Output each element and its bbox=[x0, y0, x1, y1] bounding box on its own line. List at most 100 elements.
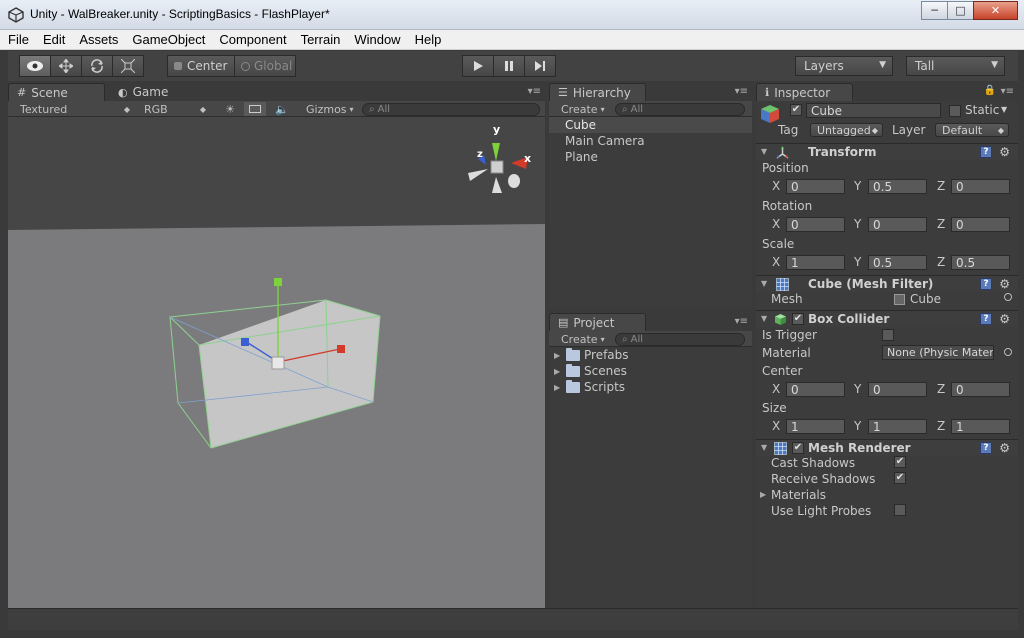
project-create-dropdown[interactable]: Create ▾ bbox=[561, 332, 607, 346]
chevron-down-icon[interactable]: ▼ bbox=[761, 314, 767, 323]
move-tool-button[interactable] bbox=[50, 55, 82, 77]
position-x-input[interactable]: 0 bbox=[786, 179, 845, 194]
tab-inspector[interactable]: ℹ Inspector bbox=[756, 83, 853, 101]
center-y-input[interactable]: 0 bbox=[868, 382, 927, 397]
gizmo-y-handle[interactable] bbox=[274, 278, 282, 286]
rotation-y-input[interactable]: 0 bbox=[868, 217, 927, 232]
tab-scene[interactable]: # Scene bbox=[8, 83, 105, 101]
play-button[interactable] bbox=[462, 55, 494, 77]
minimize-button[interactable]: ─ bbox=[921, 1, 948, 20]
tag-dropdown[interactable]: Untagged ◆ bbox=[810, 123, 883, 137]
close-button[interactable]: ✕ bbox=[973, 1, 1018, 20]
hierarchy-create-dropdown[interactable]: Create ▾ bbox=[561, 102, 607, 116]
gizmo-center-handle[interactable] bbox=[271, 356, 285, 370]
step-button[interactable] bbox=[524, 55, 556, 77]
material-object-field[interactable]: None (Physic Mater bbox=[882, 345, 994, 360]
tab-hierarchy[interactable]: ☰ Hierarchy bbox=[549, 83, 646, 101]
lock-icon[interactable]: 🔒 bbox=[984, 85, 996, 96]
chevron-right-icon[interactable]: ▶ bbox=[554, 367, 564, 376]
size-y-input[interactable]: 1 bbox=[868, 419, 927, 434]
menu-file[interactable]: File bbox=[8, 32, 29, 47]
scale-tool-button[interactable] bbox=[112, 55, 144, 77]
cast-shadows-checkbox[interactable]: ✔ bbox=[894, 456, 906, 468]
hierarchy-item-plane[interactable]: Plane bbox=[549, 149, 752, 165]
chevron-right-icon[interactable]: ▶ bbox=[554, 383, 564, 392]
box-collider-enabled-checkbox[interactable]: ✔ bbox=[792, 313, 804, 325]
layout-dropdown[interactable]: Tall ▼ bbox=[906, 56, 1005, 76]
gear-icon[interactable]: ⚙ bbox=[999, 145, 1010, 159]
menu-terrain[interactable]: Terrain bbox=[301, 32, 341, 47]
mesh-renderer-enabled-checkbox[interactable]: ✔ bbox=[792, 442, 804, 454]
gear-icon[interactable]: ⚙ bbox=[999, 441, 1010, 455]
audio-toggle[interactable]: 🔈 bbox=[272, 102, 292, 116]
light-probes-checkbox[interactable] bbox=[894, 504, 906, 516]
mesh-filter-header[interactable]: ▼ Cube (Mesh Filter) ? ⚙ bbox=[756, 275, 1018, 292]
layer-dropdown[interactable]: Default ◆ bbox=[935, 123, 1009, 137]
gizmo-x-handle[interactable] bbox=[337, 345, 345, 353]
chevron-right-icon[interactable]: ▶ bbox=[760, 490, 766, 499]
lighting-toggle[interactable]: ☀ bbox=[220, 102, 240, 116]
mesh-renderer-header[interactable]: ▼ ✔ Mesh Renderer ? ⚙ bbox=[756, 439, 1018, 456]
tab-game[interactable]: ◐ Game bbox=[110, 83, 180, 101]
chevron-down-icon[interactable]: ▼ bbox=[761, 279, 767, 288]
menu-help[interactable]: Help bbox=[415, 32, 442, 47]
menu-gameobject[interactable]: GameObject bbox=[132, 32, 205, 47]
scene-viewport[interactable]: y x z bbox=[8, 117, 545, 608]
chevron-down-icon[interactable]: ▼ bbox=[1001, 105, 1007, 114]
object-picker-icon[interactable] bbox=[1004, 348, 1012, 356]
panel-menu-icon[interactable]: ▾≡ bbox=[735, 316, 748, 327]
chevron-right-icon[interactable]: ▶ bbox=[554, 351, 564, 360]
tab-project[interactable]: ▤ Project bbox=[549, 313, 646, 331]
hierarchy-item-main-camera[interactable]: Main Camera bbox=[549, 133, 752, 149]
scale-z-input[interactable]: 0.5 bbox=[951, 255, 1010, 270]
menu-assets[interactable]: Assets bbox=[79, 32, 118, 47]
menu-component[interactable]: Component bbox=[219, 32, 286, 47]
box-collider-header[interactable]: ▼ ✔ Box Collider ? ⚙ bbox=[756, 310, 1018, 327]
scene-search-input[interactable]: ⌕ All bbox=[362, 103, 540, 116]
menu-edit[interactable]: Edit bbox=[43, 32, 65, 47]
render-mode-dropdown[interactable]: Textured ◆ bbox=[20, 102, 130, 116]
rotation-x-input[interactable]: 0 bbox=[786, 217, 845, 232]
gear-icon[interactable]: ⚙ bbox=[999, 312, 1010, 326]
chevron-down-icon[interactable]: ▼ bbox=[761, 147, 767, 156]
gear-icon[interactable]: ⚙ bbox=[999, 277, 1010, 291]
help-icon[interactable]: ? bbox=[980, 278, 992, 290]
scale-y-input[interactable]: 0.5 bbox=[868, 255, 927, 270]
project-folder-prefabs[interactable]: ▶ Prefabs bbox=[554, 347, 629, 363]
receive-shadows-checkbox[interactable]: ✔ bbox=[894, 472, 906, 484]
project-folder-scripts[interactable]: ▶ Scripts bbox=[554, 379, 625, 395]
transform-header[interactable]: ▼ Transform ? ⚙ bbox=[756, 143, 1018, 160]
help-icon[interactable]: ? bbox=[980, 313, 992, 325]
object-picker-icon[interactable] bbox=[1004, 293, 1012, 301]
project-folder-scenes[interactable]: ▶ Scenes bbox=[554, 363, 627, 379]
scale-x-input[interactable]: 1 bbox=[786, 255, 845, 270]
pivot-center-button[interactable]: Center bbox=[167, 55, 235, 77]
is-trigger-checkbox[interactable] bbox=[882, 329, 894, 341]
active-checkbox[interactable]: ✔ bbox=[790, 104, 802, 116]
static-checkbox[interactable] bbox=[949, 105, 961, 117]
rotation-z-input[interactable]: 0 bbox=[951, 217, 1010, 232]
panel-menu-icon[interactable]: ▾≡ bbox=[1001, 86, 1014, 97]
layers-dropdown[interactable]: Layers ▼ bbox=[795, 56, 893, 76]
color-mode-dropdown[interactable]: RGB ◆ bbox=[144, 102, 206, 116]
center-x-input[interactable]: 0 bbox=[786, 382, 845, 397]
chevron-down-icon[interactable]: ▼ bbox=[761, 443, 767, 452]
mesh-object-field[interactable]: Cube bbox=[894, 292, 941, 306]
help-icon[interactable]: ? bbox=[980, 442, 992, 454]
rotate-tool-button[interactable] bbox=[81, 55, 113, 77]
help-icon[interactable]: ? bbox=[980, 146, 992, 158]
scene-fx-toggle[interactable] bbox=[244, 102, 266, 116]
size-x-input[interactable]: 1 bbox=[786, 419, 845, 434]
object-name-input[interactable]: Cube bbox=[806, 103, 941, 118]
maximize-button[interactable]: □ bbox=[947, 1, 974, 20]
position-z-input[interactable]: 0 bbox=[951, 179, 1010, 194]
menu-window[interactable]: Window bbox=[354, 32, 400, 47]
hierarchy-item-cube[interactable]: Cube bbox=[549, 117, 752, 133]
pivot-global-button[interactable]: Global bbox=[234, 55, 296, 77]
center-z-input[interactable]: 0 bbox=[951, 382, 1010, 397]
materials-label[interactable]: Materials bbox=[771, 488, 826, 502]
gizmo-z-handle[interactable] bbox=[241, 338, 249, 346]
panel-menu-icon[interactable]: ▾≡ bbox=[735, 86, 748, 97]
position-y-input[interactable]: 0.5 bbox=[868, 179, 927, 194]
size-z-input[interactable]: 1 bbox=[951, 419, 1010, 434]
